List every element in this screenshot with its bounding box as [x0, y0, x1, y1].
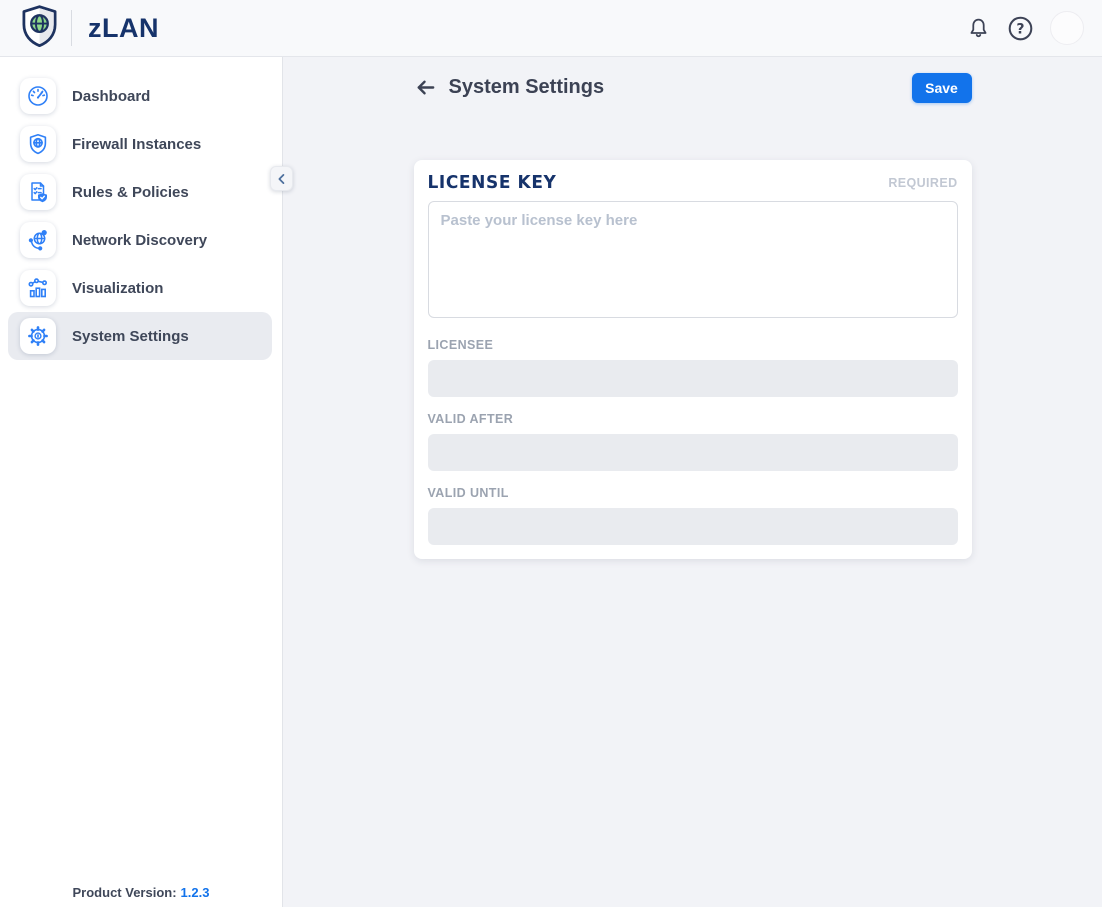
sidebar-item-system-settings[interactable]: System Settings	[8, 312, 272, 360]
sidebar-item-network-discovery[interactable]: Network Discovery	[8, 216, 272, 264]
help-icon[interactable]: ?	[1007, 15, 1034, 42]
sidebar-item-label: Dashboard	[72, 88, 150, 105]
chart-icon	[20, 270, 56, 306]
sidebar-item-dashboard[interactable]: Dashboard	[8, 72, 272, 120]
gear-icon	[20, 318, 56, 354]
sidebar-item-label: Firewall Instances	[72, 136, 201, 153]
brand-divider	[71, 10, 72, 46]
topbar: zLAN ?	[0, 0, 1102, 57]
product-version-value: 1.2.3	[181, 885, 210, 900]
firewall-shield-icon	[20, 126, 56, 162]
required-badge: REQUIRED	[888, 176, 957, 190]
rules-document-icon	[20, 174, 56, 210]
notification-bell-icon[interactable]	[966, 16, 991, 41]
sidebar-item-label: Visualization	[72, 280, 163, 297]
app-body: Dashboard Firewall Instances	[0, 57, 1102, 907]
product-version: Product Version: 1.2.3	[0, 885, 282, 900]
licensee-field-group: LICENSEE	[428, 338, 958, 397]
sidebar-item-label: System Settings	[72, 328, 189, 345]
main-content: System Settings Save LICENSE KEY REQUIRE…	[283, 57, 1102, 907]
sidebar-item-visualization[interactable]: Visualization	[8, 264, 272, 312]
page-title: System Settings	[449, 76, 605, 99]
brand-group: zLAN	[20, 4, 159, 53]
network-globe-icon	[20, 222, 56, 258]
shield-globe-logo-icon	[20, 4, 59, 53]
sidebar-collapse-button[interactable]	[270, 166, 293, 191]
card-title: LICENSE KEY	[428, 173, 557, 194]
svg-text:?: ?	[1016, 21, 1024, 37]
valid-until-label: VALID UNTIL	[428, 486, 958, 500]
sidebar-item-label: Rules & Policies	[72, 184, 189, 201]
page-header: System Settings Save	[414, 72, 972, 103]
sidebar: Dashboard Firewall Instances	[0, 57, 283, 907]
licensee-input	[428, 360, 958, 397]
back-arrow-icon[interactable]	[414, 76, 437, 99]
save-button[interactable]: Save	[912, 73, 972, 103]
gauge-icon	[20, 78, 56, 114]
product-version-label: Product Version:	[73, 885, 177, 900]
valid-until-input	[428, 508, 958, 545]
topbar-actions: ?	[966, 11, 1084, 45]
sidebar-item-label: Network Discovery	[72, 232, 207, 249]
license-key-textarea[interactable]	[428, 201, 958, 318]
licensee-label: LICENSEE	[428, 338, 958, 352]
valid-after-input	[428, 434, 958, 471]
sidebar-item-firewall-instances[interactable]: Firewall Instances	[8, 120, 272, 168]
license-key-card: LICENSE KEY REQUIRED LICENSEE VALID AFTE…	[414, 160, 972, 559]
user-avatar[interactable]	[1050, 11, 1084, 45]
valid-until-field-group: VALID UNTIL	[428, 486, 958, 545]
valid-after-field-group: VALID AFTER	[428, 412, 958, 471]
valid-after-label: VALID AFTER	[428, 412, 958, 426]
sidebar-item-rules-policies[interactable]: Rules & Policies	[8, 168, 272, 216]
brand-name: zLAN	[88, 13, 159, 44]
